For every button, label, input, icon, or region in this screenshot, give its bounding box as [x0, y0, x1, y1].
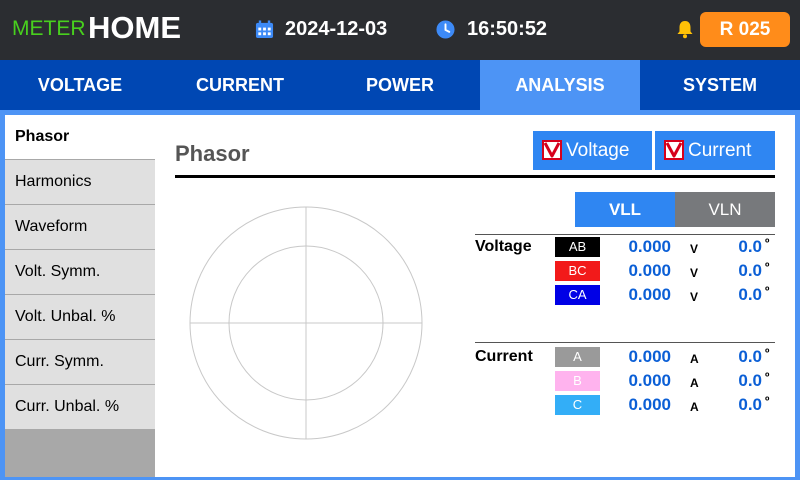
current-a-angle: 0.0	[738, 347, 762, 366]
voltage-ab-value: 0.000	[628, 237, 671, 256]
voltage-bc-unit: V	[690, 266, 699, 280]
current-c-unit: A	[690, 400, 699, 414]
current-b-angle: 0.0	[738, 371, 762, 390]
current-a-unit: A	[690, 352, 699, 366]
voltage-ca-angle: 0.0	[738, 285, 762, 304]
phase-chip-a: A	[555, 347, 600, 367]
sidebar-item-curr-symm[interactable]: Curr. Symm.	[5, 340, 155, 384]
bell-icon[interactable]	[675, 19, 695, 39]
vll-toggle-button[interactable]: VLL	[575, 192, 675, 227]
time-display: 16:50:52	[467, 18, 548, 40]
tab-voltage[interactable]: VOLTAGE	[0, 60, 160, 110]
current-a-angle-unit: º	[765, 346, 770, 360]
voltage-bc-angle: 0.0	[738, 261, 762, 280]
tab-analysis[interactable]: ANALYSIS	[480, 60, 640, 110]
current-checkbox-label: Current	[688, 140, 752, 161]
record-badge-button[interactable]: R 025	[700, 12, 790, 47]
voltage-ab-angle: 0.0	[738, 237, 762, 256]
voltage-ab-angle-unit: º	[765, 236, 770, 250]
current-c-angle: 0.0	[738, 395, 762, 414]
sidebar-item-harmonics[interactable]: Harmonics	[5, 160, 155, 204]
tab-power[interactable]: POWER	[320, 60, 480, 110]
voltage-bc-angle-unit: º	[765, 260, 770, 274]
current-c-angle-unit: º	[765, 394, 770, 408]
header-bar: METER HOME 2024-12-03 16:50:52 R 025	[0, 0, 800, 60]
sidebar: Phasor Harmonics Waveform Volt. Symm. Vo…	[5, 115, 155, 477]
current-group-label: Current	[475, 348, 533, 365]
voltage-ca-unit: V	[690, 290, 699, 304]
voltage-checkbox-label: Voltage	[566, 140, 630, 161]
voltage-ca-value: 0.000	[628, 285, 671, 304]
vln-toggle-button[interactable]: VLN	[675, 192, 775, 227]
tab-system[interactable]: SYSTEM	[640, 60, 800, 110]
phase-chip-ca: CA	[555, 285, 600, 305]
phasor-diagram	[189, 206, 423, 440]
current-checkbox-button[interactable]: Current	[655, 131, 775, 170]
current-b-value: 0.000	[628, 371, 671, 390]
check-icon	[542, 140, 562, 160]
phase-chip-b: B	[555, 371, 600, 391]
panel-title: Phasor	[175, 141, 250, 166]
voltage-bc-value: 0.000	[628, 261, 671, 280]
calendar-icon	[255, 20, 274, 39]
sidebar-item-phasor[interactable]: Phasor	[5, 115, 155, 159]
clock-icon	[436, 20, 455, 39]
sidebar-item-volt-symm[interactable]: Volt. Symm.	[5, 250, 155, 294]
current-b-angle-unit: º	[765, 370, 770, 384]
current-c-value: 0.000	[628, 395, 671, 414]
voltage-group-label: Voltage	[475, 238, 532, 255]
phase-chip-ab: AB	[555, 237, 600, 257]
current-group-divider	[475, 342, 775, 343]
tab-current[interactable]: CURRENT	[160, 60, 320, 110]
sidebar-item-volt-unbal[interactable]: Volt. Unbal. %	[5, 295, 155, 339]
sidebar-item-curr-unbal[interactable]: Curr. Unbal. %	[5, 385, 155, 429]
voltage-ab-unit: V	[690, 242, 699, 256]
voltage-ca-angle-unit: º	[765, 284, 770, 298]
brand-meter-text: METER	[12, 17, 86, 40]
date-display: 2024-12-03	[285, 18, 388, 40]
main-tab-bar: VOLTAGE CURRENT POWER ANALYSIS SYSTEM	[0, 60, 800, 110]
voltage-group-divider	[475, 234, 775, 235]
phase-chip-bc: BC	[555, 261, 600, 281]
current-b-unit: A	[690, 376, 699, 390]
sidebar-item-waveform[interactable]: Waveform	[5, 205, 155, 249]
current-a-value: 0.000	[628, 347, 671, 366]
check-icon	[664, 140, 684, 160]
voltage-checkbox-button[interactable]: Voltage	[533, 131, 652, 170]
title-divider	[175, 175, 775, 178]
page-title: HOME	[88, 10, 181, 45]
phase-chip-c: C	[555, 395, 600, 415]
